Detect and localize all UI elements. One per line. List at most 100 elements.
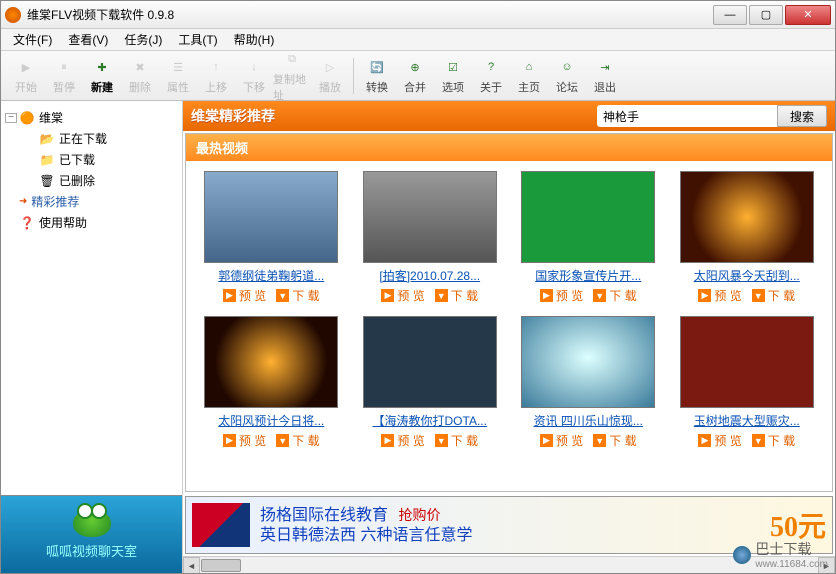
download-icon: ▼ bbox=[435, 289, 448, 302]
toolbar-关于[interactable]: ?关于 bbox=[472, 56, 510, 95]
toolbar-转换[interactable]: 🔄转换 bbox=[358, 56, 396, 95]
preview-button[interactable]: ▶预 览 bbox=[540, 432, 583, 449]
toolbar-label: 关于 bbox=[480, 79, 502, 95]
banner-ad[interactable]: 扬格国际在线教育 抢购价 英日韩德法西 六种语言任意学 50元 bbox=[185, 496, 833, 554]
tree-downloading[interactable]: 📂 正在下载 bbox=[5, 128, 178, 149]
video-title-link[interactable]: 【海涛教你打DOTA... bbox=[363, 412, 497, 429]
tree-help[interactable]: ❓ 使用帮助 bbox=[5, 212, 178, 233]
ad-line1b: 抢购价 bbox=[398, 507, 440, 523]
search-input[interactable] bbox=[597, 109, 777, 123]
video-title-link[interactable]: [拍客]2010.07.28... bbox=[363, 267, 497, 284]
video-title-link[interactable]: 太阳风预计今日将... bbox=[204, 412, 338, 429]
video-title-link[interactable]: 太阳风暴今天刮到... bbox=[680, 267, 814, 284]
close-button[interactable]: ✕ bbox=[785, 5, 831, 25]
scroll-thumb[interactable] bbox=[201, 559, 241, 572]
arrow-icon: ➜ bbox=[19, 196, 27, 207]
video-title-link[interactable]: 国家形象宣传片开... bbox=[521, 267, 655, 284]
h-scrollbar[interactable]: ◄ ► bbox=[183, 556, 835, 573]
toolbar-icon: 🔄 bbox=[366, 56, 388, 78]
ad-line2: 英日韩德法西 六种语言任意学 bbox=[260, 526, 770, 546]
toolbar-label: 选项 bbox=[442, 79, 464, 95]
toolbar-暂停: ⏸暂停 bbox=[45, 56, 83, 95]
download-icon: ▼ bbox=[276, 289, 289, 302]
menu-item-0[interactable]: 文件(F) bbox=[5, 29, 60, 50]
preview-button[interactable]: ▶预 览 bbox=[223, 432, 266, 449]
toolbar-icon: ✚ bbox=[91, 56, 113, 78]
video-actions: ▶预 览 ▼下 载 bbox=[223, 432, 320, 449]
toolbar-icon: ↓ bbox=[243, 56, 265, 78]
menu-item-2[interactable]: 任务(J) bbox=[116, 29, 170, 50]
scroll-right-icon[interactable]: ► bbox=[818, 557, 835, 573]
preview-button[interactable]: ▶预 览 bbox=[698, 287, 741, 304]
preview-button[interactable]: ▶预 览 bbox=[223, 287, 266, 304]
menu-item-4[interactable]: 帮助(H) bbox=[226, 29, 283, 50]
video-thumbnail[interactable] bbox=[521, 171, 655, 263]
download-icon: ▼ bbox=[435, 434, 448, 447]
download-button[interactable]: ▼下 载 bbox=[593, 432, 636, 449]
scroll-left-icon[interactable]: ◄ bbox=[183, 557, 200, 573]
download-icon: ▼ bbox=[593, 289, 606, 302]
preview-button[interactable]: ▶预 览 bbox=[381, 287, 424, 304]
toolbar-论坛[interactable]: ☺论坛 bbox=[548, 56, 586, 95]
video-card: 太阳风预计今日将... ▶预 览 ▼下 载 bbox=[196, 316, 347, 449]
preview-button[interactable]: ▶预 览 bbox=[540, 287, 583, 304]
toolbar-label: 上移 bbox=[205, 79, 227, 95]
folder-icon: 📂 bbox=[39, 132, 55, 146]
video-actions: ▶预 览 ▼下 载 bbox=[381, 432, 478, 449]
tree-deleted[interactable]: 🗑 已删除 bbox=[5, 170, 178, 191]
toolbar-合并[interactable]: ⊕合并 bbox=[396, 56, 434, 95]
video-thumbnail[interactable] bbox=[363, 316, 497, 408]
video-card: 玉树地震大型赈灾... ▶预 览 ▼下 载 bbox=[672, 316, 823, 449]
video-thumbnail[interactable] bbox=[521, 316, 655, 408]
toolbar-label: 暂停 bbox=[53, 79, 75, 95]
collapse-icon[interactable]: − bbox=[5, 113, 17, 123]
toolbar-icon: ▶ bbox=[15, 56, 37, 78]
download-button[interactable]: ▼下 载 bbox=[752, 432, 795, 449]
download-button[interactable]: ▼下 载 bbox=[276, 287, 319, 304]
preview-button[interactable]: ▶预 览 bbox=[381, 432, 424, 449]
toolbar-icon: ✖ bbox=[129, 56, 151, 78]
minimize-button[interactable]: — bbox=[713, 5, 747, 25]
download-button[interactable]: ▼下 载 bbox=[435, 287, 478, 304]
download-button[interactable]: ▼下 载 bbox=[435, 432, 478, 449]
toolbar-播放: ▷播放 bbox=[311, 56, 349, 95]
video-thumbnail[interactable] bbox=[680, 171, 814, 263]
toolbar-开始: ▶开始 bbox=[7, 56, 45, 95]
video-thumbnail[interactable] bbox=[204, 171, 338, 263]
search-button[interactable]: 搜索 bbox=[777, 105, 827, 127]
toolbar-label: 新建 bbox=[91, 79, 113, 95]
window-controls: — ▢ ✕ bbox=[713, 5, 831, 25]
toolbar-退出[interactable]: ⇥退出 bbox=[586, 56, 624, 95]
toolbar-新建[interactable]: ✚新建 bbox=[83, 56, 121, 95]
video-title-link[interactable]: 郭德纲徒弟鞠躬道... bbox=[204, 267, 338, 284]
tree-downloaded[interactable]: 📁 已下载 bbox=[5, 149, 178, 170]
maximize-button[interactable]: ▢ bbox=[749, 5, 783, 25]
tree-label: 正在下载 bbox=[59, 130, 107, 147]
video-thumbnail[interactable] bbox=[204, 316, 338, 408]
ad-logo-icon bbox=[192, 503, 250, 547]
tree-featured[interactable]: ➜ 精彩推荐 bbox=[5, 191, 178, 212]
toolbar-主页[interactable]: ⌂主页 bbox=[510, 56, 548, 95]
preview-button[interactable]: ▶预 览 bbox=[698, 432, 741, 449]
video-card: 资讯 四川乐山惊现... ▶预 览 ▼下 载 bbox=[513, 316, 664, 449]
menu-item-3[interactable]: 工具(T) bbox=[170, 29, 225, 50]
download-button[interactable]: ▼下 载 bbox=[276, 432, 319, 449]
download-button[interactable]: ▼下 载 bbox=[593, 287, 636, 304]
video-title-link[interactable]: 资讯 四川乐山惊现... bbox=[521, 412, 655, 429]
toolbar-label: 删除 bbox=[129, 79, 151, 95]
video-thumbnail[interactable] bbox=[680, 316, 814, 408]
download-button[interactable]: ▼下 载 bbox=[752, 287, 795, 304]
menu-item-1[interactable]: 查看(V) bbox=[60, 29, 116, 50]
video-card: 国家形象宣传片开... ▶预 览 ▼下 载 bbox=[513, 171, 664, 304]
trash-icon: 🗑 bbox=[39, 174, 55, 188]
toolbar-label: 退出 bbox=[594, 79, 616, 95]
play-icon: ▶ bbox=[381, 434, 394, 447]
ad-price: 50元 bbox=[770, 505, 826, 545]
video-title-link[interactable]: 玉树地震大型赈灾... bbox=[680, 412, 814, 429]
tree-root[interactable]: − 🟠 维棠 bbox=[5, 107, 178, 128]
video-card: 太阳风暴今天刮到... ▶预 览 ▼下 载 bbox=[672, 171, 823, 304]
toolbar-选项[interactable]: ☑选项 bbox=[434, 56, 472, 95]
video-thumbnail[interactable] bbox=[363, 171, 497, 263]
sidebar-ad[interactable]: 呱呱视频聊天室 bbox=[1, 495, 182, 573]
play-icon: ▶ bbox=[223, 434, 236, 447]
